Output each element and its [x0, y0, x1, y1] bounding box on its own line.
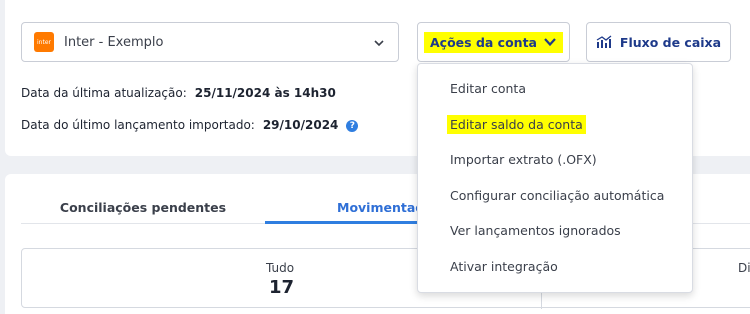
account-actions-menu: Editar conta Editar saldo da conta Impor…	[417, 63, 693, 293]
account-actions-label: Ações da conta	[430, 34, 537, 50]
menu-item-activate-integration[interactable]: Ativar integração	[450, 259, 558, 274]
help-icon[interactable]: ?	[346, 119, 359, 132]
last-update-value: 25/11/2024 às 14h30	[194, 86, 336, 100]
menu-item-ignored-entries[interactable]: Ver lançamentos ignorados	[450, 223, 621, 238]
account-name: Inter - Exemplo	[64, 34, 164, 50]
bank-logo: inter	[34, 32, 54, 52]
menu-item-edit-account[interactable]: Editar conta	[450, 81, 526, 96]
menu-item-edit-balance[interactable]: Editar saldo da conta	[447, 115, 586, 134]
last-update-line: Data da última atualização: 25/11/2024 às…	[21, 86, 336, 100]
tab-pending-reconciliations[interactable]: Conciliações pendentes	[21, 190, 265, 224]
summary-all-count: 17	[269, 277, 295, 298]
menu-item-auto-reconciliation[interactable]: Configurar conciliação automática	[450, 188, 664, 203]
chevron-down-icon	[544, 38, 556, 47]
chevron-down-icon	[374, 40, 384, 47]
active-tab-indicator	[265, 221, 425, 224]
tab-transactions[interactable]: Movimentações	[265, 190, 425, 224]
last-entry-value: 29/10/2024	[262, 118, 339, 132]
cash-flow-label: Fluxo de caixa	[619, 34, 722, 50]
account-actions-button[interactable]: Ações da conta	[417, 22, 570, 62]
cash-flow-button[interactable]: Fluxo de caixa	[586, 22, 731, 62]
menu-item-import-statement[interactable]: Importar extrato (.OFX)	[450, 152, 597, 167]
last-update-label: Data da última atualização:	[21, 86, 187, 100]
summary-next-label: Di	[738, 261, 750, 275]
account-select[interactable]: inter Inter - Exemplo	[21, 22, 399, 62]
chart-icon	[596, 35, 612, 48]
last-entry-label: Data do último lançamento importado:	[21, 118, 255, 132]
last-entry-line: Data do último lançamento importado: 29/1…	[21, 118, 359, 132]
summary-all-label: Tudo	[266, 261, 295, 275]
